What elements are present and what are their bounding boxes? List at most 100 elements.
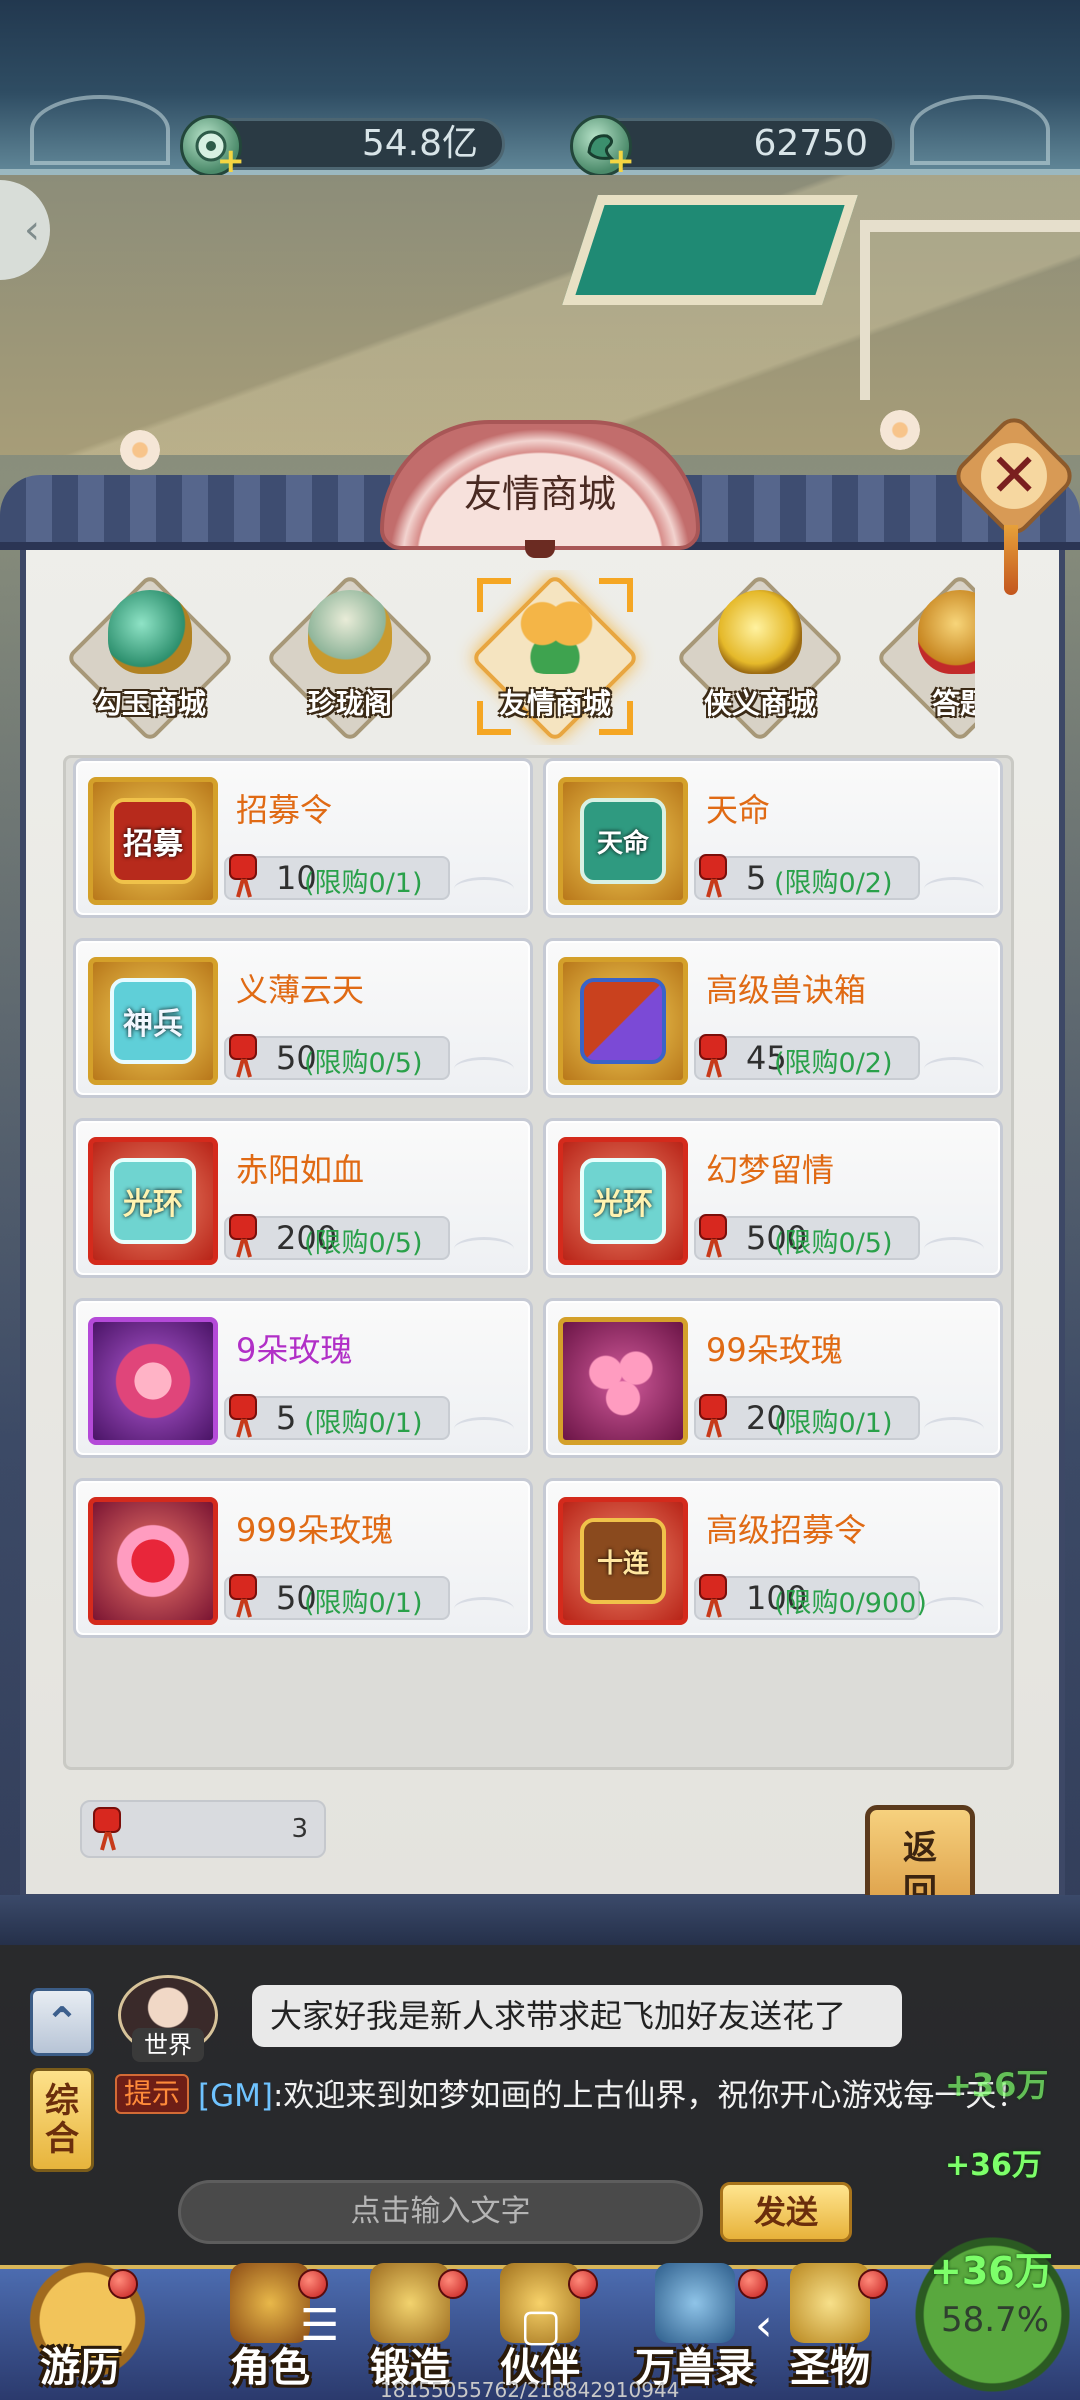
tab-quiz[interactable]: 答题 [870,570,975,745]
gold-amount: 54.8亿 [361,123,478,164]
notification-dot-icon [438,2269,468,2299]
menu-icon[interactable]: ☰ [300,2300,339,2351]
chat-input[interactable]: 点击输入文字 [178,2180,703,2244]
shop-item-card[interactable]: 99朵玫瑰 20 (限购0/1) [543,1298,1003,1458]
shop-item-card[interactable]: 十连 高级招募令 100 (限购0/900) [543,1478,1003,1638]
purchase-limit: (限购0/1) [304,1588,423,1619]
panel-bottom-trim [0,1895,1080,1945]
tab-label: 珍珑阁 [307,687,392,720]
friendship-ticket-icon [229,1034,257,1078]
advanced-recruit-token-icon: 十连 [558,1497,688,1625]
balance-amount: 3 [291,1814,308,1844]
shop-item-card[interactable]: 光环 赤阳如血 200 (限购0/5) [73,1118,533,1278]
selection-bracket [477,578,511,612]
rose-heart-icon [88,1497,218,1625]
gm-tag: [GM] [198,2078,273,2114]
tab-zhenlong-pavilion[interactable]: 珍珑阁 [260,570,440,745]
purchase-limit: (限购0/2) [774,1048,893,1079]
friendship-ticket-icon [699,854,727,898]
notification-dot-icon [298,2269,328,2299]
advanced-recruit-glyph: 十连 [580,1518,666,1604]
friendship-ticket-icon [699,1034,727,1078]
friendship-ticket-icon [229,854,257,898]
item-name: 招募令 [236,791,333,829]
halo-icon: 光环 [88,1137,218,1265]
tab-label: 友情商城 [498,687,611,720]
close-icon: ✕ [988,441,1040,511]
tab-label: 侠义商城 [703,687,816,720]
friendship-ticket-icon [229,1214,257,1258]
rose-bouquet-icon [558,1317,688,1445]
gold-coin-icon: + [180,115,245,178]
scroll-treasure-icon [308,590,392,674]
rose-glyph [110,1338,196,1424]
background-pond [562,195,858,305]
divine-weapon-icon: 神兵 [88,957,218,1085]
add-jade-icon[interactable]: + [607,144,636,178]
selection-bracket [599,578,633,612]
item-name: 高级招募令 [706,1511,867,1549]
item-name: 幻梦留情 [706,1151,835,1189]
jade-icon: + [570,115,635,178]
floating-exp-gain: +36万 [945,2066,1049,2104]
experience-percent: 58.7% [940,2300,1049,2340]
chat-collapse-button[interactable]: ⌃ [30,1988,94,2056]
fate-book-glyph: 天命 [580,798,666,884]
shop-item-card[interactable]: 招募 招募令 10 (限购0/1) [73,758,533,918]
friendship-ticket-icon [93,1807,121,1851]
friendship-ticket-icon [699,1394,727,1438]
back-icon[interactable]: ‹ [755,2300,773,2351]
rose-icon [88,1317,218,1445]
exp-gain-label: +36万 [930,2249,1053,2293]
rose-heart-glyph [110,1518,196,1604]
shop-title: 友情商城 [463,471,616,516]
home-icon[interactable]: ▢ [520,2300,562,2351]
cloud-decoration [924,1237,984,1261]
relic-icon [790,2263,870,2343]
jade-currency[interactable]: + 62750 [570,115,895,178]
fan-handle [525,540,555,558]
roof-ornament [910,95,1050,165]
send-button[interactable]: 发送 [720,2182,852,2242]
item-name: 天命 [706,791,771,829]
shop-item-card[interactable]: 天命 天命 5 (限购0/2) [543,758,1003,918]
item-name: 999朵玫瑰 [236,1511,394,1549]
flower-decoration-icon [120,430,160,470]
tab-chivalry-shop[interactable]: 侠义商城 [670,570,850,745]
recruit-token-glyph: 招募 [110,798,196,884]
notification-dot-icon [108,2269,138,2299]
recruit-token-icon: 招募 [88,777,218,905]
channel-label-bottom: 合 [45,2119,79,2159]
chevron-up-icon: ⌃ [44,1997,80,2047]
shop-item-card[interactable]: 999朵玫瑰 50 (限购0/1) [73,1478,533,1638]
nav-relic[interactable]: 圣物 [760,2255,900,2400]
quiz-scroll-icon [918,590,975,674]
roof-ornament [30,95,170,165]
cloud-decoration [924,1057,984,1081]
floating-exp-gain: +36万 [945,2148,1042,2183]
cloud-decoration [454,1597,514,1621]
tab-friendship-shop[interactable]: 友情商城 [465,570,645,745]
tab-goujade-shop[interactable]: 勾玉商城 [60,570,240,745]
beast-skill-chest-icon [558,957,688,1085]
shop-item-card[interactable]: 9朵玫瑰 5 (限购0/1) [73,1298,533,1458]
jade-amount: 62750 [753,123,868,164]
purchase-limit: (限购0/2) [774,868,893,899]
item-name: 赤阳如血 [236,1151,365,1189]
friendship-ticket-icon [699,1574,727,1618]
add-gold-icon[interactable]: + [217,144,246,178]
jade-treasure-icon [108,590,192,674]
fate-book-icon: 天命 [558,777,688,905]
nav-label: 圣物 [790,2345,870,2391]
chat-channel-button[interactable]: 综 合 [30,2068,94,2172]
friendship-ticket-icon [229,1394,257,1438]
gold-currency[interactable]: + 54.8亿 [180,115,505,178]
anvil-icon [370,2263,450,2343]
shop-item-card[interactable]: 光环 幻梦留情 500 (限购0/5) [543,1118,1003,1278]
item-name: 9朵玫瑰 [236,1331,353,1369]
system-tip-tag: 提示 [115,2074,189,2114]
shop-item-card[interactable]: 高级兽诀箱 45 (限购0/2) [543,938,1003,1098]
cloud-decoration [454,1417,514,1441]
nav-travel[interactable]: 游历 [10,2255,150,2400]
shop-item-card[interactable]: 神兵 义薄云天 50 (限购0/5) [73,938,533,1098]
